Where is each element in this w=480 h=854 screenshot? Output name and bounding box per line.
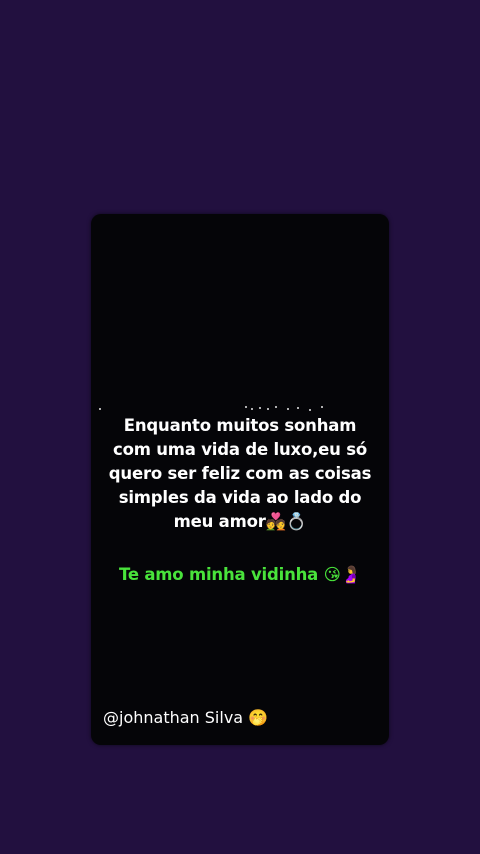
author-handle[interactable]: @johnathan Silva 🤭 — [103, 707, 268, 729]
story-main-text: Enquanto muitos sonham com uma vida de l… — [105, 414, 375, 534]
story-card[interactable]: Enquanto muitos sonham com uma vida de l… — [91, 214, 389, 745]
couple-ring-emoji: 💑💍 — [265, 512, 307, 531]
background-city-lights — [91, 406, 389, 412]
love-caption: Te amo minha vidinha — [118, 565, 319, 584]
giggle-emoji: 🤭 — [248, 708, 269, 727]
story-main-caption: Enquanto muitos sonham com uma vida de l… — [108, 416, 372, 531]
author-handle-text: @johnathan Silva — [103, 708, 244, 727]
kiss-pregnant-emoji: 😘🤰 — [323, 565, 362, 584]
story-love-line: Te amo minha vidinha 😘🤰 — [91, 563, 389, 587]
